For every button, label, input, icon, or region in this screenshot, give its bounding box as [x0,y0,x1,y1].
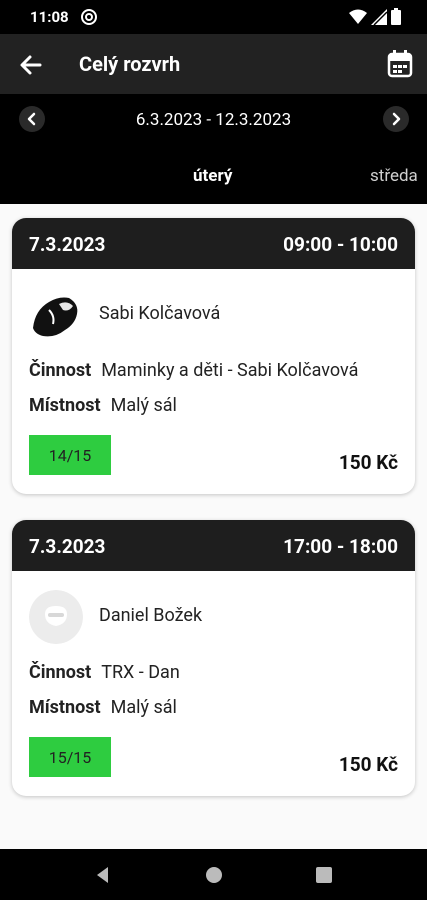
wifi-icon [349,9,367,24]
week-range: 6.3.2023 - 12.3.2023 [135,110,292,130]
room-row: Místnost Malý sál [29,395,177,416]
status-time: 11:08 [30,8,69,26]
session-time: 09:00 - 10:00 [283,233,398,256]
trainer-name: Daniel Božek [99,605,203,626]
session-card-header: 7.3.2023 09:00 - 10:00 [12,218,415,269]
next-week-button[interactable] [383,106,409,132]
room-row: Místnost Malý sál [29,697,177,718]
activity-value: Maminky a děti - Sabi Kolčavová [101,360,359,381]
capacity-badge: 15/15 [29,737,111,777]
status-bar: 11:08 [0,0,427,34]
session-date: 7.3.2023 [29,535,106,558]
room-label: Místnost [29,395,101,416]
activity-label: Činnost [29,662,92,683]
capacity-badge: 14/15 [29,435,111,475]
session-card-header: 7.3.2023 17:00 - 18:00 [12,520,415,571]
activity-value: TRX - Dan [101,662,180,683]
trainer-avatar-placeholder-icon [29,590,83,644]
tab-wednesday[interactable]: středa [370,166,418,186]
app-bar: Celý rozvrh [0,34,427,94]
home-circle-icon[interactable] [203,864,225,886]
activity-row: Činnost Maminky a děti - Sabi Kolčavová [29,360,358,381]
session-card[interactable]: 7.3.2023 09:00 - 10:00 Sabi Kolčavová Či… [12,218,415,494]
session-time: 17:00 - 18:00 [283,535,398,558]
activity-row: Činnost TRX - Dan [29,662,180,683]
battery-icon [391,8,401,25]
trainer-avatar [29,288,83,342]
tab-tuesday[interactable]: úterý [193,166,232,186]
system-nav-bar [0,849,427,900]
recents-square-icon[interactable] [313,864,335,886]
room-value: Malý sál [110,395,177,416]
day-tabs: úterý středa [0,146,427,204]
status-icons [349,8,401,25]
activity-label: Činnost [29,360,92,381]
session-date: 7.3.2023 [29,233,106,256]
session-list: 7.3.2023 09:00 - 10:00 Sabi Kolčavová Či… [0,204,427,849]
room-label: Místnost [29,697,101,718]
chevron-right-icon [392,112,401,126]
trainer-name: Sabi Kolčavová [99,303,221,324]
at-sign-icon [81,9,97,25]
calendar-icon[interactable] [387,50,413,78]
back-triangle-icon[interactable] [92,864,114,886]
session-price: 150 Kč [338,451,398,474]
week-navigator: 6.3.2023 - 12.3.2023 [0,94,427,146]
session-price: 150 Kč [338,753,398,776]
session-card[interactable]: 7.3.2023 17:00 - 18:00 Daniel Božek Činn… [12,520,415,796]
room-value: Malý sál [110,697,177,718]
page-title: Celý rozvrh [79,52,181,76]
signal-icon [371,8,387,25]
back-arrow-icon[interactable] [16,50,46,80]
